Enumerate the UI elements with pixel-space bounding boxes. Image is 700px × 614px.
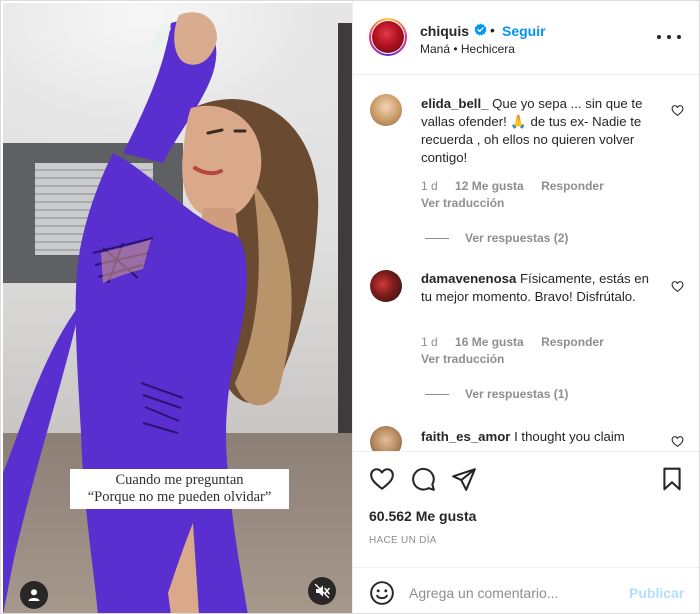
comment-age: 1 d bbox=[421, 179, 438, 193]
comments-list[interactable]: elida_bell_ Que yo sepa ... sin que te v… bbox=[353, 76, 699, 451]
view-replies-label[interactable]: Ver respuestas (1) bbox=[465, 387, 568, 401]
post-actions-bar bbox=[353, 451, 699, 503]
author-username[interactable]: chiquis bbox=[420, 23, 469, 39]
comment-like-icon[interactable] bbox=[671, 280, 684, 293]
save-bookmark-icon[interactable] bbox=[659, 466, 685, 492]
commenter-avatar[interactable] bbox=[370, 426, 402, 451]
speaker-muted-icon bbox=[314, 583, 330, 599]
comment-like-icon[interactable] bbox=[671, 435, 684, 448]
comment-likes[interactable]: 12 Me gusta bbox=[455, 179, 524, 193]
reply-button[interactable]: Responder bbox=[541, 179, 604, 193]
see-translation-link[interactable]: Ver traducción bbox=[421, 196, 504, 210]
caption-line-1: Cuando me preguntan bbox=[115, 472, 244, 488]
publish-button[interactable]: Publicar bbox=[629, 585, 684, 601]
reply-button[interactable]: Responder bbox=[541, 335, 604, 349]
post-side-panel: chiquis • Seguir Maná • Hechicera elida_… bbox=[352, 1, 699, 613]
view-replies-button[interactable]: Ver respuestas (1) bbox=[425, 387, 568, 401]
header-separator: • bbox=[490, 22, 495, 38]
likes-count[interactable]: 60.562 Me gusta bbox=[369, 508, 476, 524]
comment-text: I thought you claim bbox=[514, 429, 625, 444]
replies-divider bbox=[425, 393, 449, 395]
reel-video[interactable]: Cuando me preguntan “Porque no me pueden… bbox=[3, 3, 352, 613]
commenter-avatar[interactable] bbox=[370, 270, 402, 302]
replies-divider bbox=[425, 237, 449, 239]
share-paper-plane-icon[interactable] bbox=[451, 466, 477, 492]
comment-username[interactable]: faith_es_amor bbox=[421, 429, 510, 444]
comment-text-block: faith_es_amor I thought you claim bbox=[421, 428, 653, 446]
mute-button[interactable] bbox=[308, 577, 336, 605]
see-translation-link[interactable]: Ver traducción bbox=[421, 352, 504, 366]
comment-meta: 1 d 12 Me gusta Responder bbox=[421, 179, 618, 193]
view-replies-label[interactable]: Ver respuestas (2) bbox=[465, 231, 568, 245]
comment-likes[interactable]: 16 Me gusta bbox=[455, 335, 524, 349]
verified-badge-icon bbox=[474, 23, 487, 36]
comment-bubble-icon[interactable] bbox=[410, 466, 436, 492]
video-caption: Cuando me preguntan “Porque no me pueden… bbox=[70, 469, 289, 509]
more-options-icon[interactable] bbox=[657, 27, 681, 47]
add-comment-bar: Publicar bbox=[353, 567, 699, 613]
like-heart-icon[interactable] bbox=[369, 466, 395, 492]
comment-meta: 1 d 16 Me gusta Responder bbox=[421, 335, 618, 349]
author-avatar[interactable] bbox=[372, 21, 404, 53]
audio-track-link[interactable]: Maná • Hechicera bbox=[420, 42, 515, 56]
woman-figure bbox=[3, 12, 319, 613]
post-timestamp[interactable]: HACE UN DÍA bbox=[369, 535, 437, 546]
comment-username[interactable]: elida_bell_ bbox=[421, 96, 488, 111]
comment-username[interactable]: damavenenosa bbox=[421, 271, 516, 286]
view-replies-button[interactable]: Ver respuestas (2) bbox=[425, 231, 568, 245]
commenter-avatar[interactable] bbox=[370, 94, 402, 126]
post-dialog: Cuando me preguntan “Porque no me pueden… bbox=[0, 0, 700, 614]
user-icon bbox=[28, 589, 40, 601]
post-header: chiquis • Seguir Maná • Hechicera bbox=[353, 1, 699, 75]
comment-text-block: damavenenosa Físicamente, estás en tu me… bbox=[421, 270, 653, 306]
caption-line-2: “Porque no me pueden olvidar” bbox=[87, 489, 272, 505]
follow-button[interactable]: Seguir bbox=[502, 23, 546, 39]
comment-input[interactable] bbox=[409, 583, 609, 603]
emoji-icon[interactable] bbox=[369, 580, 395, 606]
comment-age: 1 d bbox=[421, 335, 438, 349]
comment-text-block: elida_bell_ Que yo sepa ... sin que te v… bbox=[421, 95, 653, 167]
comment-like-icon[interactable] bbox=[671, 104, 684, 117]
tagged-users-button[interactable] bbox=[20, 581, 48, 609]
